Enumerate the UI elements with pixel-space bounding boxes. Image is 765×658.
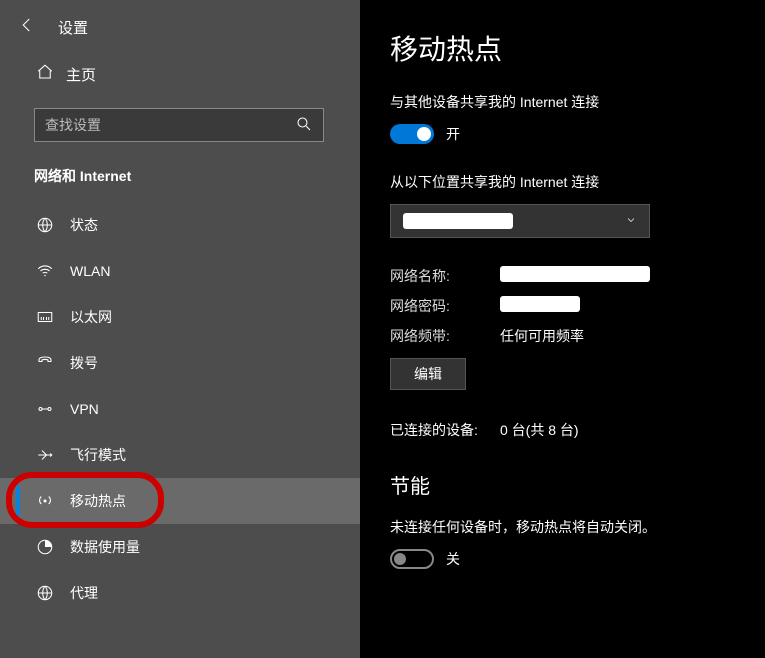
- sidebar-item-status[interactable]: 状态: [0, 202, 360, 248]
- sidebar-item-label: 拨号: [70, 353, 98, 373]
- sidebar-item-label: 代理: [70, 583, 98, 603]
- network-band-label: 网络频带:: [390, 326, 500, 346]
- settings-title: 设置: [58, 17, 88, 38]
- home-link[interactable]: 主页: [0, 53, 360, 102]
- wifi-icon: [36, 262, 70, 280]
- ethernet-icon: [36, 308, 70, 326]
- network-password-value: [500, 296, 735, 316]
- back-arrow-icon: [18, 16, 36, 34]
- vpn-icon: [36, 400, 70, 418]
- edit-button[interactable]: 编辑: [390, 358, 466, 390]
- search-input[interactable]: [45, 117, 295, 133]
- sidebar-item-hotspot[interactable]: 移动热点: [0, 478, 360, 524]
- sidebar-item-label: 飞行模式: [70, 445, 126, 465]
- share-from-value-redacted: [403, 213, 513, 229]
- sidebar-item-label: WLAN: [70, 263, 110, 279]
- network-band-value: 任何可用频率: [500, 326, 735, 346]
- sidebar-item-label: 移动热点: [70, 491, 126, 511]
- power-toggle[interactable]: [390, 549, 434, 569]
- globe-icon: [36, 216, 70, 234]
- sidebar-item-wlan[interactable]: WLAN: [0, 248, 360, 294]
- datausage-icon: [36, 538, 70, 556]
- proxy-icon: [36, 584, 70, 602]
- page-title: 移动热点: [390, 28, 735, 68]
- home-icon: [36, 63, 66, 86]
- sidebar-menu: 状态 WLAN 以太网 拨号 VPN: [0, 202, 360, 616]
- sidebar-item-label: 状态: [70, 215, 98, 235]
- sidebar-item-label: 数据使用量: [70, 537, 140, 557]
- power-description: 未连接任何设备时，移动热点将自动关闭。: [390, 517, 735, 537]
- sidebar-item-dialup[interactable]: 拨号: [0, 340, 360, 386]
- main-panel: 移动热点 与其他设备共享我的 Internet 连接 开 从以下位置共享我的 I…: [360, 0, 765, 658]
- connected-devices-value: 0 台(共 8 台): [500, 420, 735, 440]
- airplane-icon: [36, 446, 70, 464]
- connected-devices-label: 已连接的设备:: [390, 420, 500, 440]
- share-label: 与其他设备共享我的 Internet 连接: [390, 92, 735, 112]
- share-toggle[interactable]: [390, 124, 434, 144]
- share-toggle-state: 开: [446, 124, 460, 144]
- sidebar-item-label: 以太网: [70, 307, 112, 327]
- sidebar-item-airplane[interactable]: 飞行模式: [0, 432, 360, 478]
- sidebar: 设置 主页 网络和 Internet 状态 WLAN: [0, 0, 360, 658]
- search-icon: [295, 115, 313, 136]
- back-button[interactable]: [18, 16, 58, 39]
- sidebar-item-proxy[interactable]: 代理: [0, 570, 360, 616]
- sidebar-category: 网络和 Internet: [0, 162, 360, 202]
- share-from-label: 从以下位置共享我的 Internet 连接: [390, 172, 735, 192]
- chevron-down-icon: [625, 214, 637, 229]
- search-box[interactable]: [34, 108, 324, 142]
- share-from-dropdown[interactable]: [390, 204, 650, 238]
- power-section-heading: 节能: [390, 470, 735, 499]
- edit-button-label: 编辑: [414, 364, 442, 384]
- home-label: 主页: [66, 64, 96, 85]
- network-name-label: 网络名称:: [390, 266, 500, 286]
- sidebar-item-label: VPN: [70, 401, 99, 417]
- sidebar-item-vpn[interactable]: VPN: [0, 386, 360, 432]
- sidebar-item-datausage[interactable]: 数据使用量: [0, 524, 360, 570]
- network-name-value: [500, 266, 735, 286]
- power-toggle-state: 关: [446, 549, 460, 569]
- dialup-icon: [36, 354, 70, 372]
- network-password-label: 网络密码:: [390, 296, 500, 316]
- hotspot-icon: [36, 492, 70, 510]
- sidebar-item-ethernet[interactable]: 以太网: [0, 294, 360, 340]
